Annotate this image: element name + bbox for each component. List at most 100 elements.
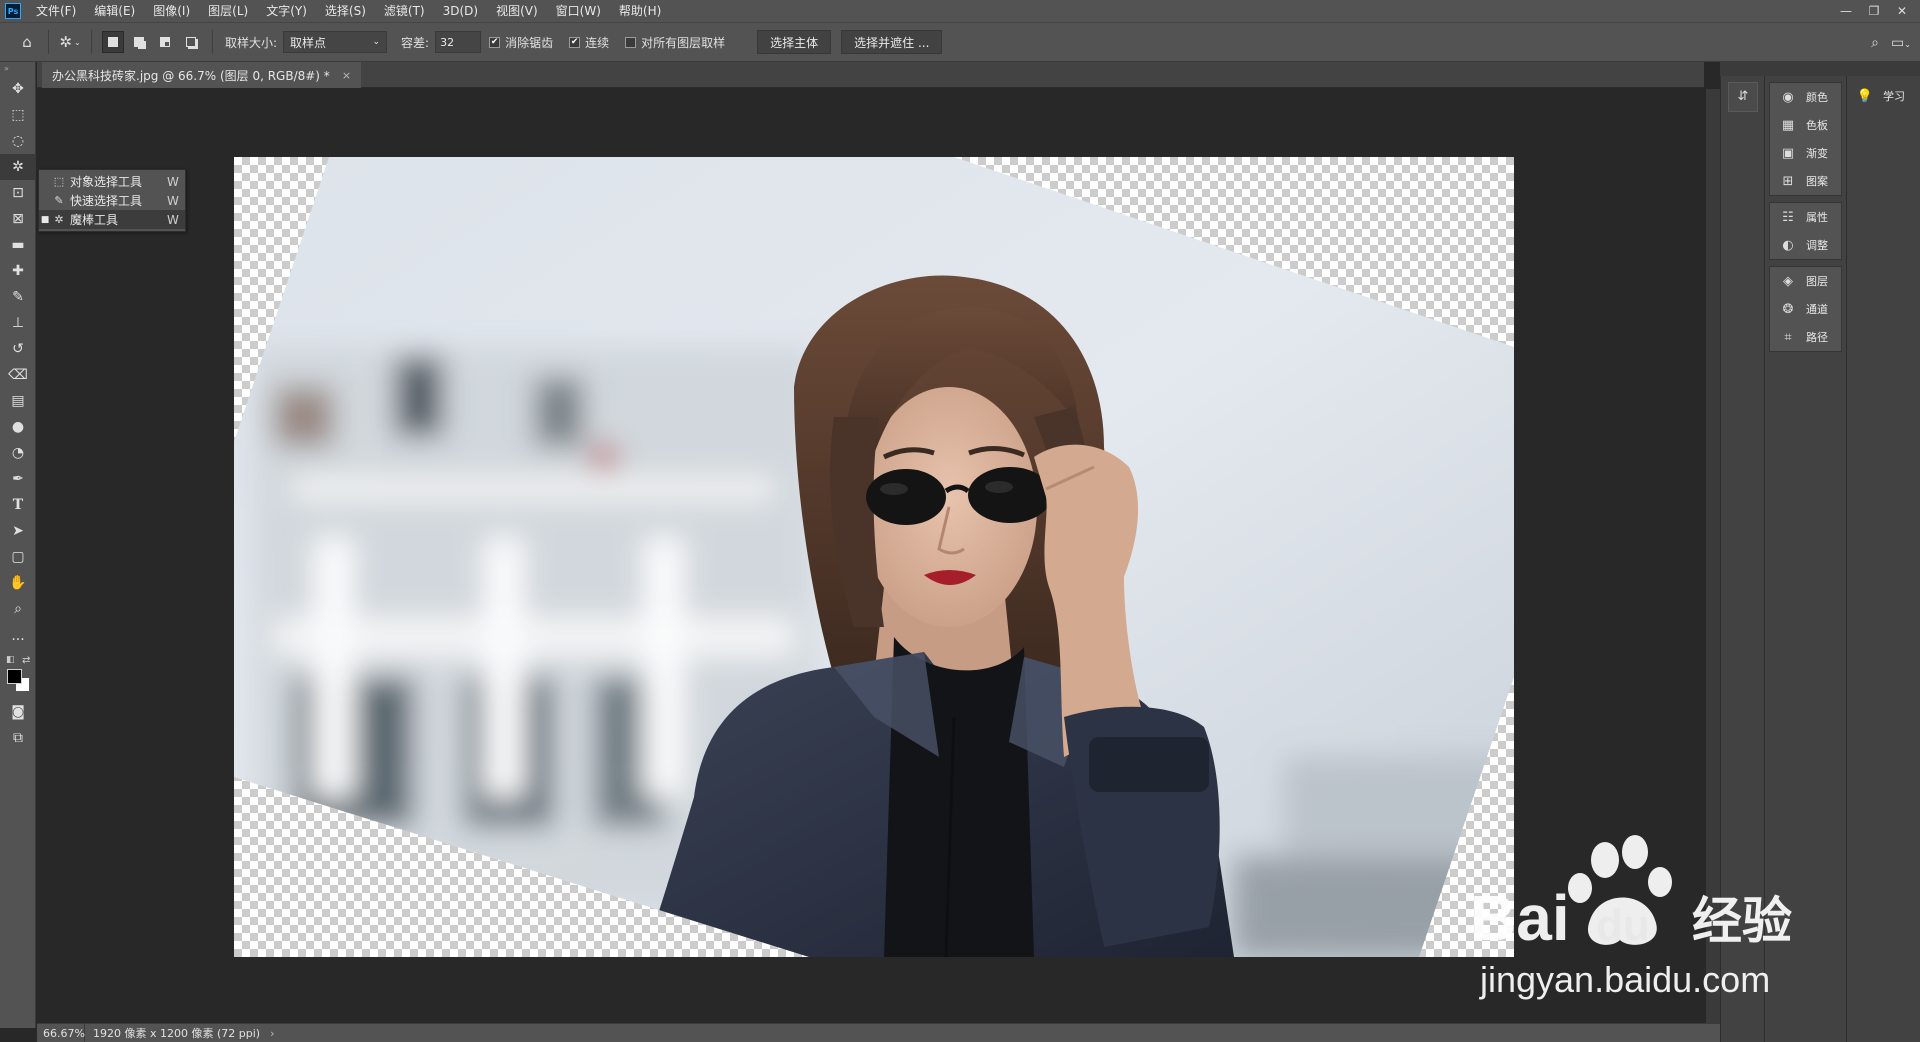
menu-type[interactable]: 文字(Y) bbox=[257, 0, 316, 22]
history-brush-icon[interactable]: ↺ bbox=[0, 336, 36, 362]
blur-tool-icon[interactable]: ● bbox=[0, 414, 36, 440]
flyout-item-label: 对象选择工具 bbox=[70, 175, 143, 189]
close-window-icon[interactable]: ✕ bbox=[1888, 0, 1916, 22]
panel-label: 颜色 bbox=[1806, 91, 1828, 104]
hand-tool-icon[interactable]: ✋ bbox=[0, 570, 36, 596]
foreground-color[interactable] bbox=[7, 669, 22, 684]
panel-properties[interactable]: ☷ 属性 bbox=[1770, 203, 1841, 231]
all-layers-label: 对所有图层取样 bbox=[641, 35, 726, 50]
status-bar: 66.67% 1920 像素 x 1200 像素 (72 ppi) › bbox=[37, 1023, 1720, 1042]
flyout-magic-wand-tool[interactable]: ■ ✲ 魔棒工具 W bbox=[39, 210, 185, 229]
brush-tool-icon[interactable]: ✎ bbox=[0, 284, 36, 310]
dodge-tool-icon[interactable]: ◔ bbox=[0, 440, 36, 466]
history-icon[interactable]: ⇵ bbox=[1728, 82, 1758, 112]
panel-collapse-strip[interactable] bbox=[1720, 62, 1920, 76]
menu-window[interactable]: 窗口(W) bbox=[547, 0, 610, 22]
panel-channels[interactable]: ❂ 通道 bbox=[1770, 295, 1841, 323]
rotated-photo-layer bbox=[234, 157, 1514, 957]
selected-dot-icon: ■ bbox=[40, 214, 50, 225]
menu-edit[interactable]: 编辑(E) bbox=[85, 0, 144, 22]
adjustments-icon: ◐ bbox=[1782, 237, 1794, 253]
lasso-tool-icon[interactable]: ◌ bbox=[0, 128, 36, 154]
photoshop-logo-icon[interactable]: Ps bbox=[5, 3, 21, 19]
antialias-checkbox[interactable]: ✔ 消除锯齿 bbox=[489, 34, 553, 51]
contiguous-checkbox[interactable]: ✔ 连续 bbox=[569, 34, 609, 51]
panel-label: 调整 bbox=[1806, 239, 1828, 252]
subtract-selection-button[interactable] bbox=[154, 31, 176, 53]
vertical-scrollbar[interactable] bbox=[1706, 89, 1720, 1023]
menu-file[interactable]: 文件(F) bbox=[27, 0, 85, 22]
panel-group-layers: ◈ 图层 ❂ 通道 ⌗ 路径 bbox=[1769, 266, 1842, 352]
tolerance-label: 容差: bbox=[401, 35, 430, 50]
flyout-object-selection-tool[interactable]: ⬚ 对象选择工具 W bbox=[39, 172, 185, 191]
zoom-tool-icon[interactable]: ⌕ bbox=[0, 596, 36, 622]
chevron-right-icon[interactable]: › bbox=[270, 1027, 274, 1040]
eraser-tool-icon[interactable]: ⌫ bbox=[0, 362, 36, 388]
panel-label: 图案 bbox=[1806, 175, 1828, 188]
panel-color[interactable]: ◉ 颜色 bbox=[1770, 83, 1841, 111]
menu-view[interactable]: 视图(V) bbox=[487, 0, 547, 22]
pen-tool-icon[interactable]: ✒ bbox=[0, 466, 36, 492]
restore-icon[interactable]: ❐ bbox=[1860, 0, 1888, 22]
select-subject-button[interactable]: 选择主体 bbox=[757, 30, 832, 54]
menu-filter[interactable]: 滤镜(T) bbox=[375, 0, 434, 22]
options-bar: ⌂ ✲ ⌄ 取样大小: 取样点 ⌄ 容差: 32 ✔ 消除锯齿 ✔ 连续 对所有图… bbox=[0, 22, 1920, 62]
canvas-workspace[interactable] bbox=[37, 89, 1704, 1023]
panel-swatches[interactable]: ▦ 色板 bbox=[1770, 111, 1841, 139]
ruler-tool-icon[interactable]: ▬ bbox=[0, 232, 36, 258]
workspace-icon[interactable]: ▭⌄ bbox=[1888, 35, 1914, 51]
panel-gradients[interactable]: ▣ 渐变 bbox=[1770, 139, 1841, 167]
move-tool-icon[interactable]: ✥ bbox=[0, 76, 36, 102]
menu-image[interactable]: 图像(I) bbox=[144, 0, 199, 22]
all-layers-checkbox[interactable]: 对所有图层取样 bbox=[625, 34, 725, 51]
shape-tool-icon[interactable]: ▢ bbox=[0, 544, 36, 570]
new-selection-button[interactable] bbox=[102, 31, 124, 53]
selection-tools-flyout: ⬚ 对象选择工具 W ✎ 快速选择工具 W ■ ✲ 魔棒工具 W bbox=[38, 169, 186, 232]
home-icon[interactable]: ⌂ bbox=[14, 29, 40, 55]
collapse-toolbar-icon[interactable]: » bbox=[0, 62, 35, 76]
healing-brush-icon[interactable]: ✚ bbox=[0, 258, 36, 284]
minimize-icon[interactable]: — bbox=[1832, 0, 1860, 22]
menu-select[interactable]: 选择(S) bbox=[316, 0, 375, 22]
properties-icon: ☷ bbox=[1782, 209, 1794, 225]
crop-tool-icon[interactable]: ⊡ bbox=[0, 180, 36, 206]
document-info: 1920 像素 x 1200 像素 (72 ppi) bbox=[93, 1027, 261, 1040]
panel-adjustments[interactable]: ◐ 调整 bbox=[1770, 231, 1841, 259]
menu-3d[interactable]: 3D(D) bbox=[434, 0, 487, 22]
document-tab[interactable]: 办公黑科技砖家.jpg @ 66.7% (图层 0, RGB/8#) * × bbox=[42, 62, 362, 88]
panel-paths[interactable]: ⌗ 路径 bbox=[1770, 323, 1841, 351]
screen-mode-icon[interactable]: ⧉ bbox=[0, 725, 36, 751]
menu-help[interactable]: 帮助(H) bbox=[610, 0, 670, 22]
zoom-level-field[interactable]: 66.67% bbox=[37, 1023, 85, 1042]
close-tab-icon[interactable]: × bbox=[342, 69, 351, 82]
swap-colors-icon[interactable]: ⇄ bbox=[22, 655, 30, 666]
more-tools-icon[interactable]: ··· bbox=[0, 627, 36, 653]
panel-patterns[interactable]: ⊞ 图案 bbox=[1770, 167, 1841, 195]
panel-group-color: ◉ 颜色 ▦ 色板 ▣ 渐变 ⊞ 图案 bbox=[1769, 82, 1842, 196]
type-tool-icon[interactable]: T bbox=[0, 492, 36, 518]
quick-mask-icon[interactable]: ◙ bbox=[0, 699, 36, 725]
flyout-quick-selection-tool[interactable]: ✎ 快速选择工具 W bbox=[39, 191, 185, 210]
default-colors-icon[interactable]: ◧ bbox=[6, 655, 15, 665]
tolerance-input[interactable]: 32 bbox=[435, 31, 482, 53]
intersect-selection-button[interactable] bbox=[180, 31, 202, 53]
gradient-tool-icon[interactable]: ▤ bbox=[0, 388, 36, 414]
panel-layers[interactable]: ◈ 图层 bbox=[1770, 267, 1841, 295]
stamp-tool-icon[interactable]: ⊥ bbox=[0, 310, 36, 336]
search-icon[interactable]: ⌕ bbox=[1862, 35, 1888, 51]
menu-bar: Ps 文件(F) 编辑(E) 图像(I) 图层(L) 文字(Y) 选择(S) 滤… bbox=[0, 0, 1920, 22]
path-selection-icon[interactable]: ➤ bbox=[0, 518, 36, 544]
marquee-tool-icon[interactable]: ⬚ bbox=[0, 102, 36, 128]
frame-tool-icon[interactable]: ⊠ bbox=[0, 206, 36, 232]
document-canvas[interactable] bbox=[234, 157, 1514, 957]
select-and-mask-button[interactable]: 选择并遮住 ... bbox=[841, 30, 943, 54]
sample-size-select[interactable]: 取样点 ⌄ bbox=[283, 31, 388, 53]
magic-wand-tool-icon[interactable]: ✲ bbox=[0, 154, 36, 180]
channels-icon: ❂ bbox=[1782, 301, 1794, 317]
flyout-shortcut: W bbox=[167, 212, 179, 227]
add-selection-button[interactable] bbox=[128, 31, 150, 53]
panel-label: 色板 bbox=[1806, 119, 1828, 132]
panel-learn[interactable]: 💡 学习 bbox=[1847, 82, 1920, 110]
magic-wand-preset-icon[interactable]: ✲ ⌄ bbox=[57, 29, 83, 55]
menu-layer[interactable]: 图层(L) bbox=[199, 0, 257, 22]
